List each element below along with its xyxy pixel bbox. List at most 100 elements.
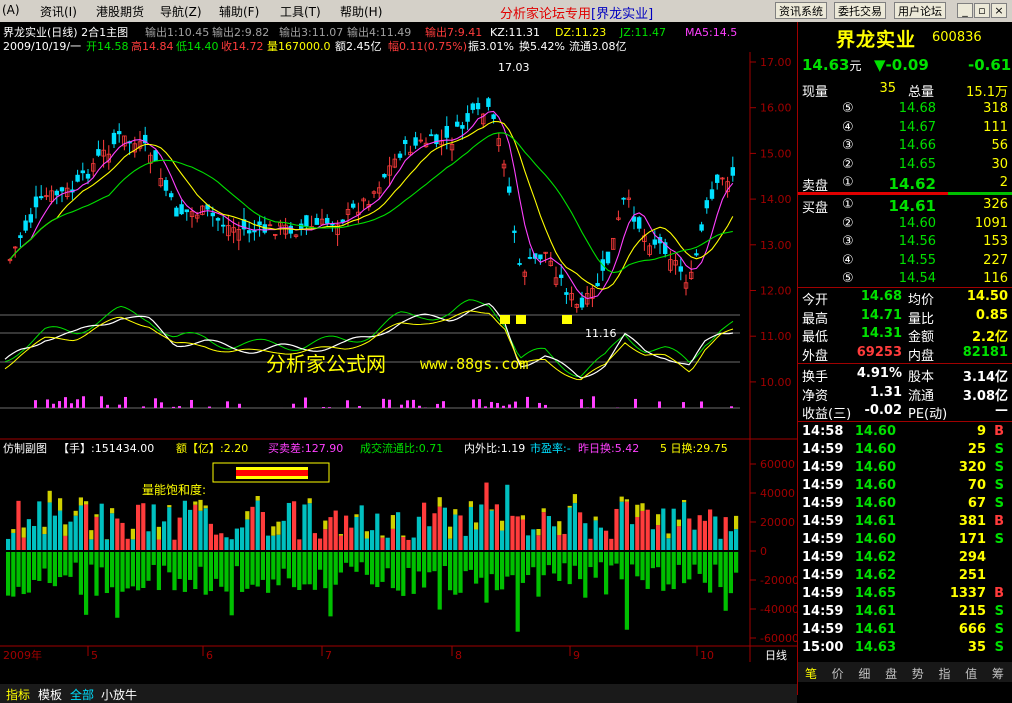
menu-item-hk-futures[interactable]: 港股期货 [96,3,144,20]
volume-bar [183,501,187,550]
volume-bar-top [354,514,358,517]
ask-level: ④ [842,120,854,135]
volume-bar [219,533,223,550]
volume-bar-negative [703,552,707,583]
quote-tab-2[interactable]: 细 [851,665,877,682]
quote-tab-7[interactable]: 筹 [985,665,1011,682]
volume-bar [349,528,353,550]
candle-body [247,231,251,233]
energy-bar-inner [236,470,308,476]
trade-time: 14:58 [802,424,843,439]
candle-body [34,197,38,207]
menu-item-assist[interactable]: 辅助(F) [219,3,259,20]
oscillator-bar [514,402,517,408]
trade-volume: 35 [968,640,986,655]
menu-item-a[interactable]: (A) [2,3,20,17]
volume-bar-negative [552,552,556,573]
candle-body [169,194,173,197]
minimize-icon[interactable]: _ [957,3,973,18]
menu-item-tools[interactable]: 工具(T) [280,3,321,20]
candle-body [596,283,600,285]
volume-bar [412,538,416,550]
volume-bar [516,516,520,550]
volume-bar-negative [438,552,442,610]
volume-bar-negative [152,552,156,565]
forum-button[interactable]: 用户论坛 [894,2,946,19]
volume-bar [708,509,712,550]
bid-volume: 116 [983,271,1008,286]
volume-bar [417,517,421,550]
volume-bar [6,539,10,550]
menu-bar: (A) 资讯(I) 港股期货 导航(Z) 辅助(F) 工具(T) 帮助(H) 分… [0,0,1012,23]
oscillator-bar [34,400,37,408]
total-volume: 15.1万 [966,81,1008,100]
trade-price: 14.62 [855,550,896,565]
stat-row: 今开14.68均价14.50 [802,288,1008,306]
volume-bar-top [323,521,327,530]
volume-bar-negative [568,552,572,584]
oscillator-bar [382,399,385,408]
close-icon[interactable]: × [991,3,1007,18]
volume-bar-negative [188,552,192,580]
volume-bar [495,504,499,550]
volume-bar [578,512,582,550]
date-label: 10 [700,649,714,662]
volume-bar-top [677,520,681,527]
volume-bar [58,511,62,550]
volume-bar [188,510,192,550]
volume-bar-negative [126,552,130,588]
volume-bar [250,507,254,550]
volume-bar-negative [256,552,260,587]
volume-bar [198,511,202,550]
stat-value: 0.85 [976,308,1008,323]
oscillator-bar [700,401,703,408]
trade-button[interactable]: 委托交易 [834,2,886,19]
quote-tab-0[interactable]: 笔 [798,665,824,682]
trade-price: 14.60 [855,496,896,511]
volume-bar-negative [505,552,509,577]
volume-bar-negative [209,552,213,591]
trade-row: 14:5914.61215S [802,603,1008,621]
quote-tab-3[interactable]: 盘 [878,665,904,682]
menu-item-news[interactable]: 资讯(I) [40,3,77,20]
candle-body [211,213,215,216]
sub-buysell: 买卖差:127.90 [268,441,343,455]
volume-bar-negative [635,552,639,576]
quote-tab-1[interactable]: 价 [825,665,851,682]
volume-bar-negative [578,552,582,579]
trade-row: 14:5914.6067S [802,495,1008,513]
volume-bar-negative [22,552,26,594]
menu-item-navigate[interactable]: 导航(Z) [160,3,202,20]
menu-item-help[interactable]: 帮助(H) [340,3,382,20]
volume-bar-top [490,509,494,510]
oscillator-bar [538,403,541,408]
price-tick-label: 17.00 [760,56,792,69]
volume-bar [136,505,140,550]
oscillator-bar [160,402,163,408]
volume-bar-top [438,497,442,506]
stat-label: 最低 [802,326,828,345]
quote-tab-5[interactable]: 指 [932,665,958,682]
oscillator-bar [322,407,325,408]
volume-bar-negative [583,552,587,598]
restore-icon[interactable]: ▫ [974,3,990,18]
kline-canvas[interactable]: 界龙实业(日线) 2合1主图 输出1:10.45 输出2:9.82 输出3:11… [0,22,797,695]
volume-bar-negative [427,552,431,572]
oscillator-bar [76,399,79,408]
volume-bar [422,503,426,550]
news-system-button[interactable]: 资讯系统 [775,2,827,19]
volume-bar-negative [547,552,551,565]
oscillator-bar [592,396,595,408]
volume-bar-negative [677,552,681,565]
oscillator-bar [238,404,241,408]
quote-tab-4[interactable]: 势 [905,665,931,682]
volume-bar [48,502,52,550]
quote-tab-6[interactable]: 值 [958,665,984,682]
volume-bar-top [640,503,644,511]
candle-body [414,138,418,146]
ask-level: ② [842,157,854,172]
chart-area[interactable]: 界龙实业(日线) 2合1主图 输出1:10.45 输出2:9.82 输出3:11… [0,22,797,695]
volume-bar-negative [250,552,254,585]
ask-row: ⑤14.68318 [802,100,1008,118]
volume-bar [588,539,592,550]
